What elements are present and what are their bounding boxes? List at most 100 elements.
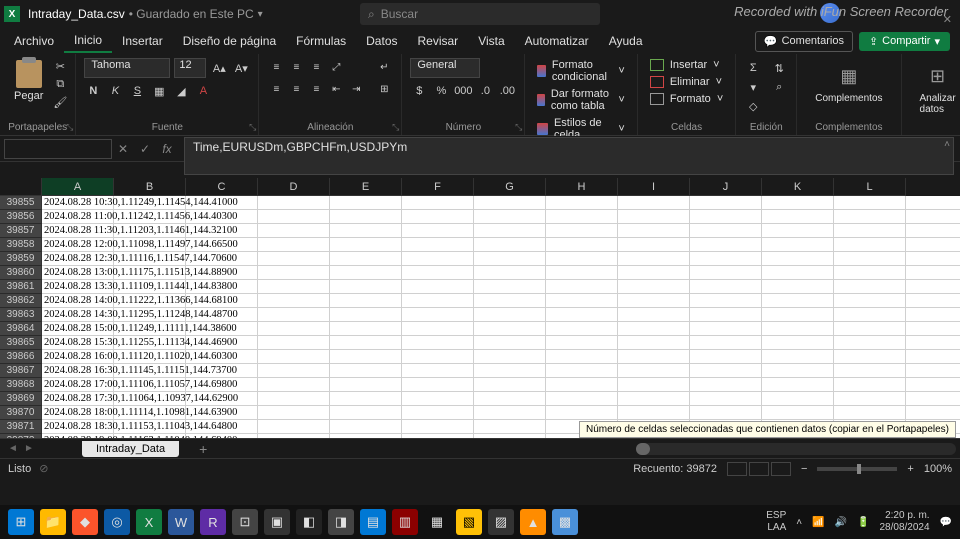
cell[interactable]	[258, 294, 330, 307]
cell[interactable]	[762, 392, 834, 405]
cell[interactable]	[474, 210, 546, 223]
cell[interactable]	[690, 238, 762, 251]
cell[interactable]	[762, 364, 834, 377]
row-header[interactable]: 39870	[0, 406, 42, 420]
cell[interactable]	[330, 294, 402, 307]
zoom-out-icon[interactable]: −	[801, 463, 807, 475]
cell[interactable]	[258, 336, 330, 349]
cell[interactable]	[474, 378, 546, 391]
cell[interactable]	[834, 336, 906, 349]
cell[interactable]	[258, 252, 330, 265]
currency-icon[interactable]: $	[410, 82, 428, 100]
chevron-down-icon[interactable]: ▾	[258, 9, 263, 20]
conditional-format-button[interactable]: Formato condicional ˅	[533, 58, 628, 84]
row-header[interactable]: 39868	[0, 378, 42, 392]
orientation-icon[interactable]: ⤢	[327, 58, 345, 76]
column-header[interactable]: L	[834, 178, 906, 196]
cell[interactable]	[546, 308, 618, 321]
cell[interactable]	[402, 266, 474, 279]
find-select-icon[interactable]: ⌕	[770, 79, 788, 95]
menu-diseno[interactable]: Diseño de página	[173, 30, 286, 52]
underline-button[interactable]: S	[128, 82, 146, 100]
cell[interactable]	[402, 406, 474, 419]
cell[interactable]	[258, 224, 330, 237]
cell[interactable]	[402, 238, 474, 251]
align-center-icon[interactable]: ≡	[287, 80, 305, 98]
indent-decrease-icon[interactable]: ⇤	[327, 80, 345, 98]
cell[interactable]	[474, 350, 546, 363]
cell[interactable]	[762, 406, 834, 419]
add-sheet-button[interactable]: +	[199, 441, 207, 457]
cell[interactable]	[834, 252, 906, 265]
cell[interactable]	[546, 252, 618, 265]
cell[interactable]	[402, 196, 474, 209]
cell[interactable]	[834, 238, 906, 251]
number-format-select[interactable]: General	[410, 58, 480, 78]
cell[interactable]	[402, 420, 474, 433]
cell[interactable]	[258, 210, 330, 223]
cell[interactable]	[762, 210, 834, 223]
cell[interactable]	[834, 392, 906, 405]
select-all-corner[interactable]	[0, 178, 42, 196]
cell[interactable]	[474, 196, 546, 209]
merge-cells-icon[interactable]: ⊞	[375, 80, 393, 98]
menu-revisar[interactable]: Revisar	[408, 30, 469, 52]
cell[interactable]	[618, 406, 690, 419]
delete-cells-button[interactable]: Eliminar ˅	[646, 75, 727, 89]
cell[interactable]	[690, 364, 762, 377]
cell[interactable]	[546, 392, 618, 405]
row-header[interactable]: 39869	[0, 392, 42, 406]
cell[interactable]	[690, 280, 762, 293]
cell[interactable]: 2024.08.28 17:30,1.11064,1.10937,144.629…	[42, 392, 114, 405]
formula-input[interactable]: Time,EURUSDm,GBPCHFm,USDJPYm	[184, 137, 954, 175]
accessibility-icon[interactable]: ⊘	[39, 462, 48, 475]
cell[interactable]: 2024.08.28 17:00,1.11106,1.11057,144.698…	[42, 378, 114, 391]
launcher-icon[interactable]: ⤡	[249, 122, 256, 133]
battery-icon[interactable]: 🔋	[857, 517, 869, 528]
explorer-icon[interactable]: 📁	[40, 509, 66, 535]
align-bottom-icon[interactable]: ≡	[307, 58, 325, 76]
cancel-formula-icon[interactable]: ✕	[112, 139, 134, 159]
format-cells-button[interactable]: Formato ˅	[646, 92, 727, 106]
cell[interactable]	[330, 392, 402, 405]
page-layout-button[interactable]	[749, 462, 769, 476]
row-header[interactable]: 39859	[0, 252, 42, 266]
increase-font-icon[interactable]: A▴	[210, 59, 228, 77]
app-icon[interactable]: ▣	[264, 509, 290, 535]
app-icon[interactable]: ▥	[392, 509, 418, 535]
expand-formula-icon[interactable]: ˄	[944, 139, 950, 150]
cell[interactable]	[690, 322, 762, 335]
cell[interactable]	[834, 294, 906, 307]
app-icon[interactable]: ⊡	[232, 509, 258, 535]
row-header[interactable]: 39864	[0, 322, 42, 336]
cell[interactable]	[690, 406, 762, 419]
close-icon[interactable]: ✕	[943, 13, 952, 26]
brave-icon[interactable]: ◆	[72, 509, 98, 535]
zoom-level[interactable]: 100%	[924, 463, 952, 475]
zoom-slider[interactable]	[817, 467, 897, 471]
name-box[interactable]	[4, 139, 112, 159]
cell[interactable]	[690, 392, 762, 405]
cell[interactable]	[618, 336, 690, 349]
column-header[interactable]: F	[402, 178, 474, 196]
cell[interactable]: 2024.08.28 18:00,1.11114,1.10981,144.639…	[42, 406, 114, 419]
cell[interactable]	[618, 210, 690, 223]
cell[interactable]	[330, 406, 402, 419]
cell[interactable]	[834, 406, 906, 419]
compartir-button[interactable]: ⇪Compartir ▾	[859, 32, 950, 51]
column-header[interactable]: I	[618, 178, 690, 196]
clear-icon[interactable]: ◇	[744, 98, 762, 114]
cell[interactable]	[402, 210, 474, 223]
cell[interactable]	[762, 378, 834, 391]
sheet-tab[interactable]: Intraday_Data	[82, 441, 179, 457]
row-header[interactable]: 39867	[0, 364, 42, 378]
cell[interactable]	[474, 280, 546, 293]
row-header[interactable]: 39866	[0, 350, 42, 364]
edge-icon[interactable]: ◎	[104, 509, 130, 535]
cell[interactable]	[618, 378, 690, 391]
cell[interactable]	[258, 308, 330, 321]
cell[interactable]	[402, 252, 474, 265]
cell[interactable]: 2024.08.28 16:00,1.11120,1.11020,144.603…	[42, 350, 114, 363]
menu-datos[interactable]: Datos	[356, 30, 407, 52]
wifi-icon[interactable]: 📶	[812, 517, 824, 528]
